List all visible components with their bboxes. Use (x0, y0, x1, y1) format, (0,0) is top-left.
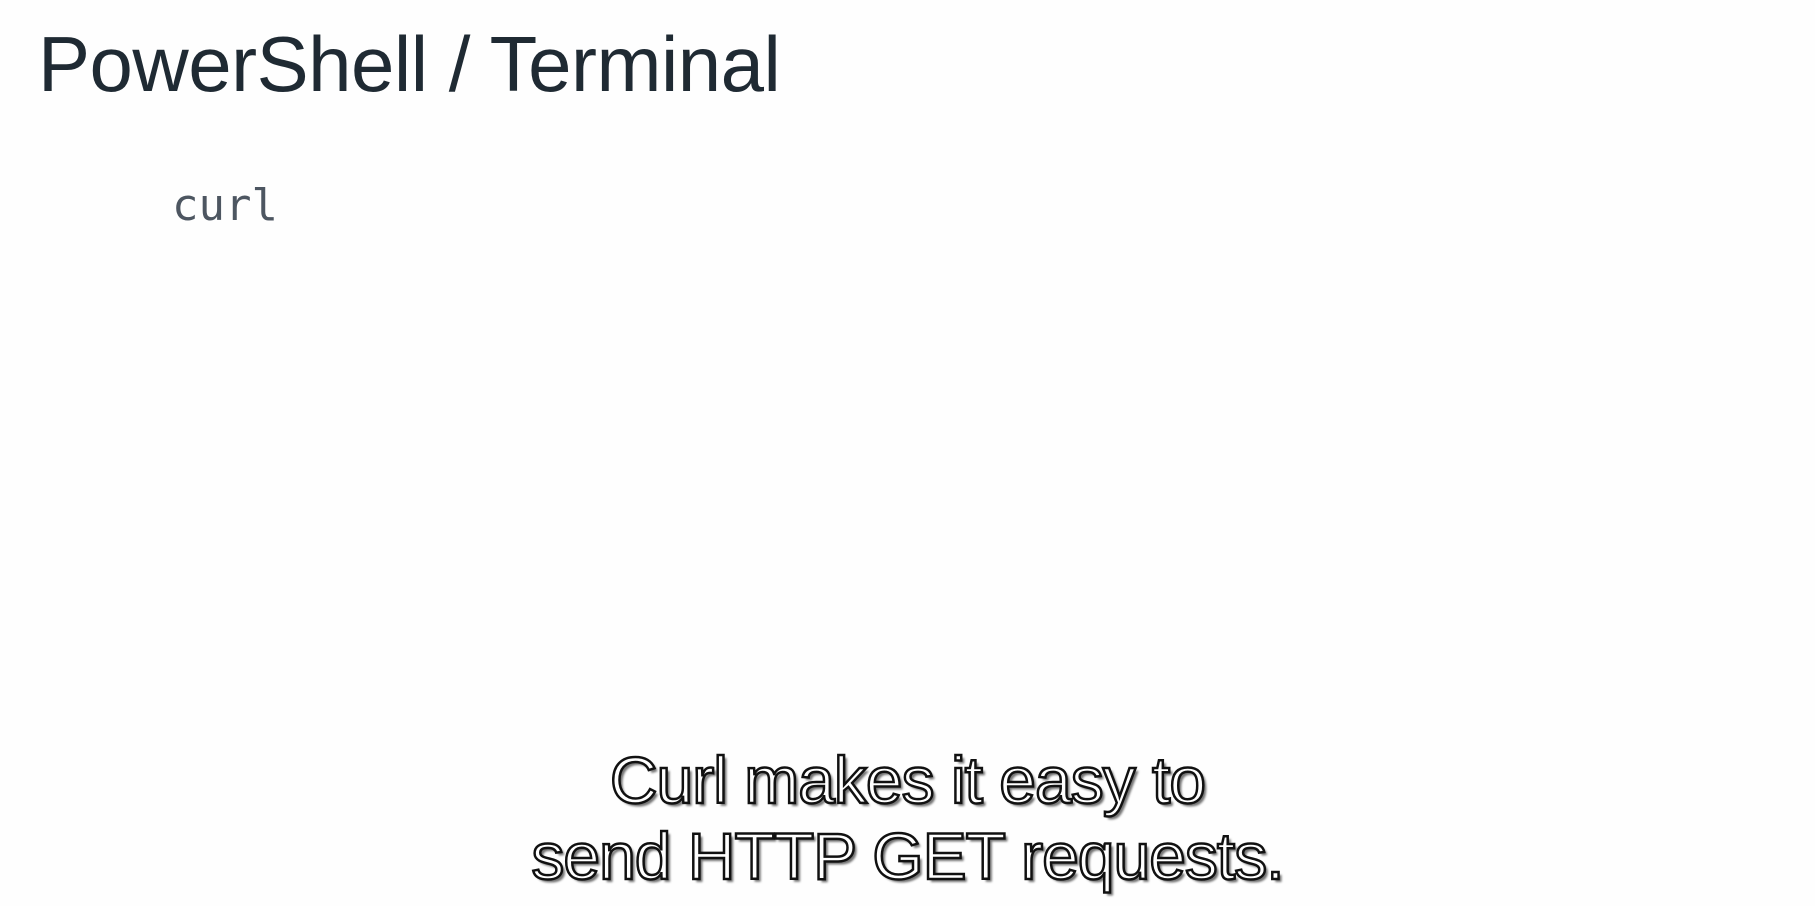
subtitle-line-1: Curl makes it easy to (609, 742, 1208, 819)
video-frame: PowerShell / Terminal curl Curl makes it… (0, 0, 1815, 906)
subtitle-line-2: send HTTP GET requests. (530, 818, 1286, 895)
slide-title: PowerShell / Terminal (38, 20, 781, 108)
code-snippet: curl (172, 180, 278, 231)
subtitle-caption: Curl makes it easy to send HTTP GET requ… (0, 742, 1815, 895)
